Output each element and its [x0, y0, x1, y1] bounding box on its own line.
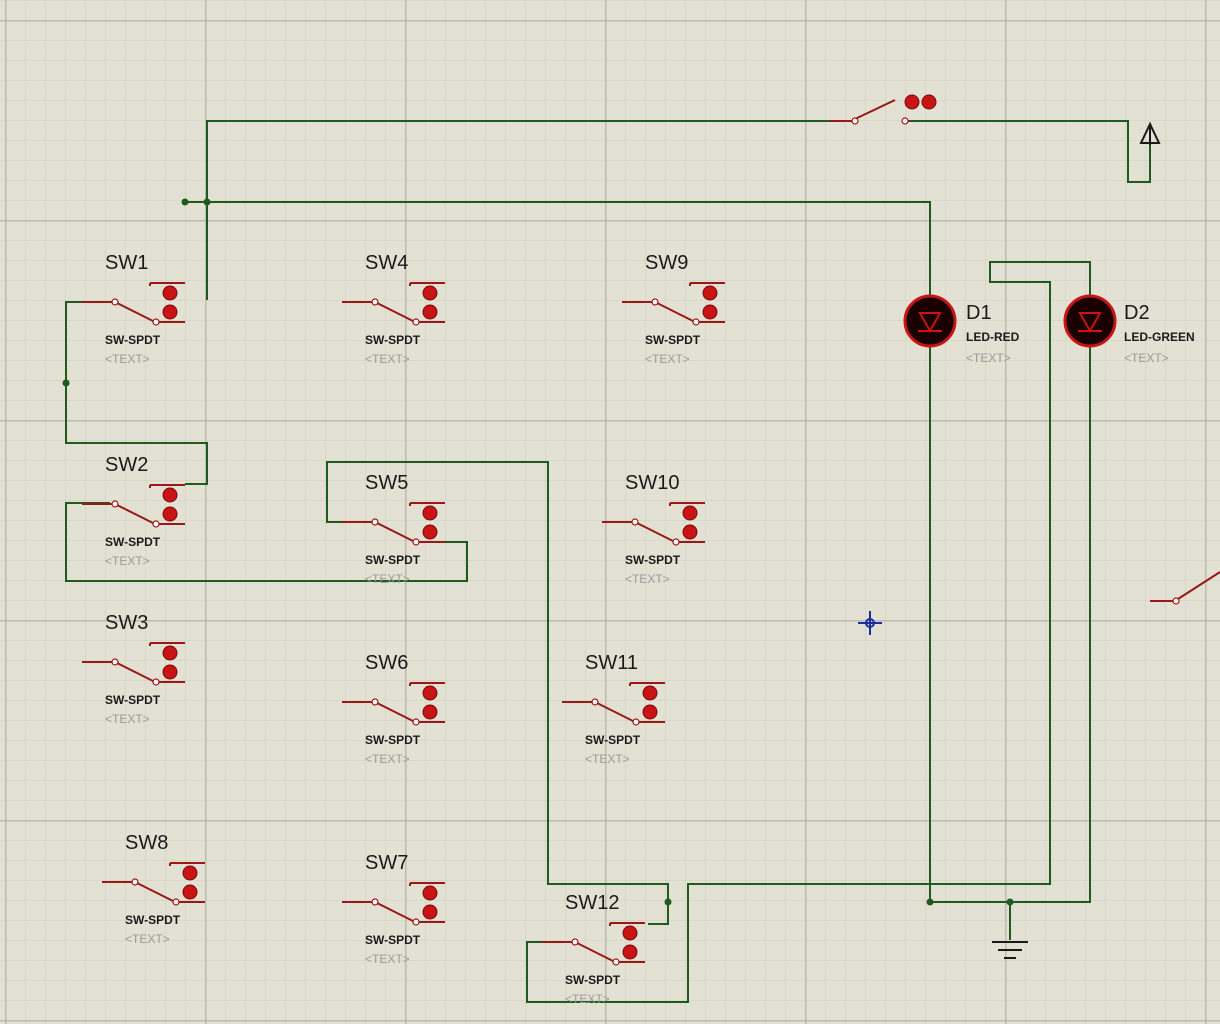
schematic-canvas[interactable]: SW1 SW-SPDT <TEXT> SW4 SW-SPDT <TEXT> SW9 SW-SP…	[0, 0, 1220, 1024]
switch-value: SW-SPDT	[105, 535, 161, 549]
switch-ref: SW8	[125, 832, 168, 854]
switch-value: SW-SPDT	[585, 733, 641, 747]
switch-text: <TEXT>	[565, 992, 610, 1006]
led-d2-ref: D2	[1124, 302, 1150, 324]
switch-ref: SW11	[585, 652, 638, 674]
switch-text: <TEXT>	[365, 572, 410, 586]
switch-value: SW-SPDT	[105, 693, 161, 707]
switch-text: <TEXT>	[365, 752, 410, 766]
junction	[926, 898, 934, 906]
junction	[203, 198, 211, 206]
switch-text: <TEXT>	[645, 352, 690, 366]
switch-ref: SW3	[105, 612, 148, 634]
switch-ref: SW6	[365, 652, 408, 674]
switch-value: SW-SPDT	[125, 913, 181, 927]
switch-text: <TEXT>	[365, 352, 410, 366]
switch-ref: SW1	[105, 252, 148, 274]
switch-value: SW-SPDT	[365, 553, 421, 567]
junction	[664, 898, 672, 906]
switch-value: SW-SPDT	[625, 553, 681, 567]
switch-ref: SW5	[365, 472, 408, 494]
junction	[181, 198, 189, 206]
switch-text: <TEXT>	[105, 352, 150, 366]
switch-text: <TEXT>	[105, 554, 150, 568]
switch-value: SW-SPDT	[365, 333, 421, 347]
led-icon	[1063, 294, 1117, 348]
switch-ref: SW7	[365, 852, 408, 874]
led-d1-ref: D1	[966, 302, 992, 324]
switch-text: <TEXT>	[365, 952, 410, 966]
switch-value: SW-SPDT	[645, 333, 701, 347]
switch-value: SW-SPDT	[105, 333, 161, 347]
switch-value: SW-SPDT	[565, 973, 621, 987]
switch-ref: SW2	[105, 454, 148, 476]
switch-value: SW-SPDT	[365, 933, 421, 947]
led-icon	[903, 294, 957, 348]
switch-text: <TEXT>	[105, 712, 150, 726]
switch-text: <TEXT>	[585, 752, 630, 766]
led-d1-value: LED-RED	[966, 330, 1020, 344]
led-d2-value: LED-GREEN	[1124, 330, 1195, 344]
switch-text: <TEXT>	[125, 932, 170, 946]
junction	[62, 379, 70, 387]
led-d1-text: <TEXT>	[966, 351, 1011, 365]
led-d2-text: <TEXT>	[1124, 351, 1169, 365]
switch-value: SW-SPDT	[365, 733, 421, 747]
switch-ref: SW9	[645, 252, 688, 274]
junction	[1006, 898, 1014, 906]
switch-ref: SW4	[365, 252, 408, 274]
switch-text: <TEXT>	[625, 572, 670, 586]
switch-ref: SW10	[625, 472, 679, 494]
switch-ref: SW12	[565, 892, 619, 914]
